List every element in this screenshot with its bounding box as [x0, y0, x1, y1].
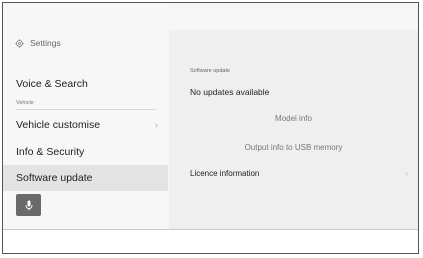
gear-icon: [15, 38, 24, 48]
settings-header-label: Settings: [30, 38, 61, 48]
bottom-bar: [3, 229, 418, 253]
infotainment-screen: Settings Voice & Search Vehicle Vehicle …: [3, 3, 418, 229]
settings-header: Settings: [15, 38, 61, 48]
microphone-icon: [25, 200, 32, 210]
licence-information-label: Licence information: [190, 168, 260, 178]
sidebar-item-vehicle-customise[interactable]: Vehicle customise ›: [3, 112, 168, 138]
voice-input-button[interactable]: [16, 194, 41, 216]
model-info-label: Model info: [275, 113, 312, 123]
licence-information-row[interactable]: Licence information ›: [190, 165, 408, 181]
sidebar-item-label: Software update: [16, 172, 93, 184]
sidebar-item-label: Voice & Search: [16, 78, 88, 90]
screen-frame: Settings Voice & Search Vehicle Vehicle …: [2, 2, 419, 254]
update-status-text: No updates available: [190, 87, 270, 97]
chevron-right-icon: ›: [405, 168, 408, 178]
output-usb-label: Output info to USB memory: [244, 142, 343, 152]
sidebar-item-label: Vehicle customise: [16, 119, 101, 131]
divider: [16, 109, 156, 110]
output-usb-button[interactable]: Output info to USB memory: [169, 138, 418, 156]
sidebar-item-voice-search[interactable]: Voice & Search: [3, 71, 168, 97]
chevron-right-icon: ›: [155, 120, 158, 130]
sidebar-item-software-update[interactable]: Software update: [3, 165, 168, 191]
section-title: Software update: [190, 68, 231, 74]
software-update-panel: Software update No updates available Mod…: [169, 30, 418, 229]
settings-sidebar: Settings Voice & Search Vehicle Vehicle …: [3, 3, 168, 229]
model-info-button[interactable]: Model info: [169, 109, 418, 127]
sidebar-item-label: Info & Security: [16, 146, 85, 158]
group-label-vehicle: Vehicle: [16, 100, 34, 106]
sidebar-item-info-security[interactable]: Info & Security: [3, 139, 168, 165]
